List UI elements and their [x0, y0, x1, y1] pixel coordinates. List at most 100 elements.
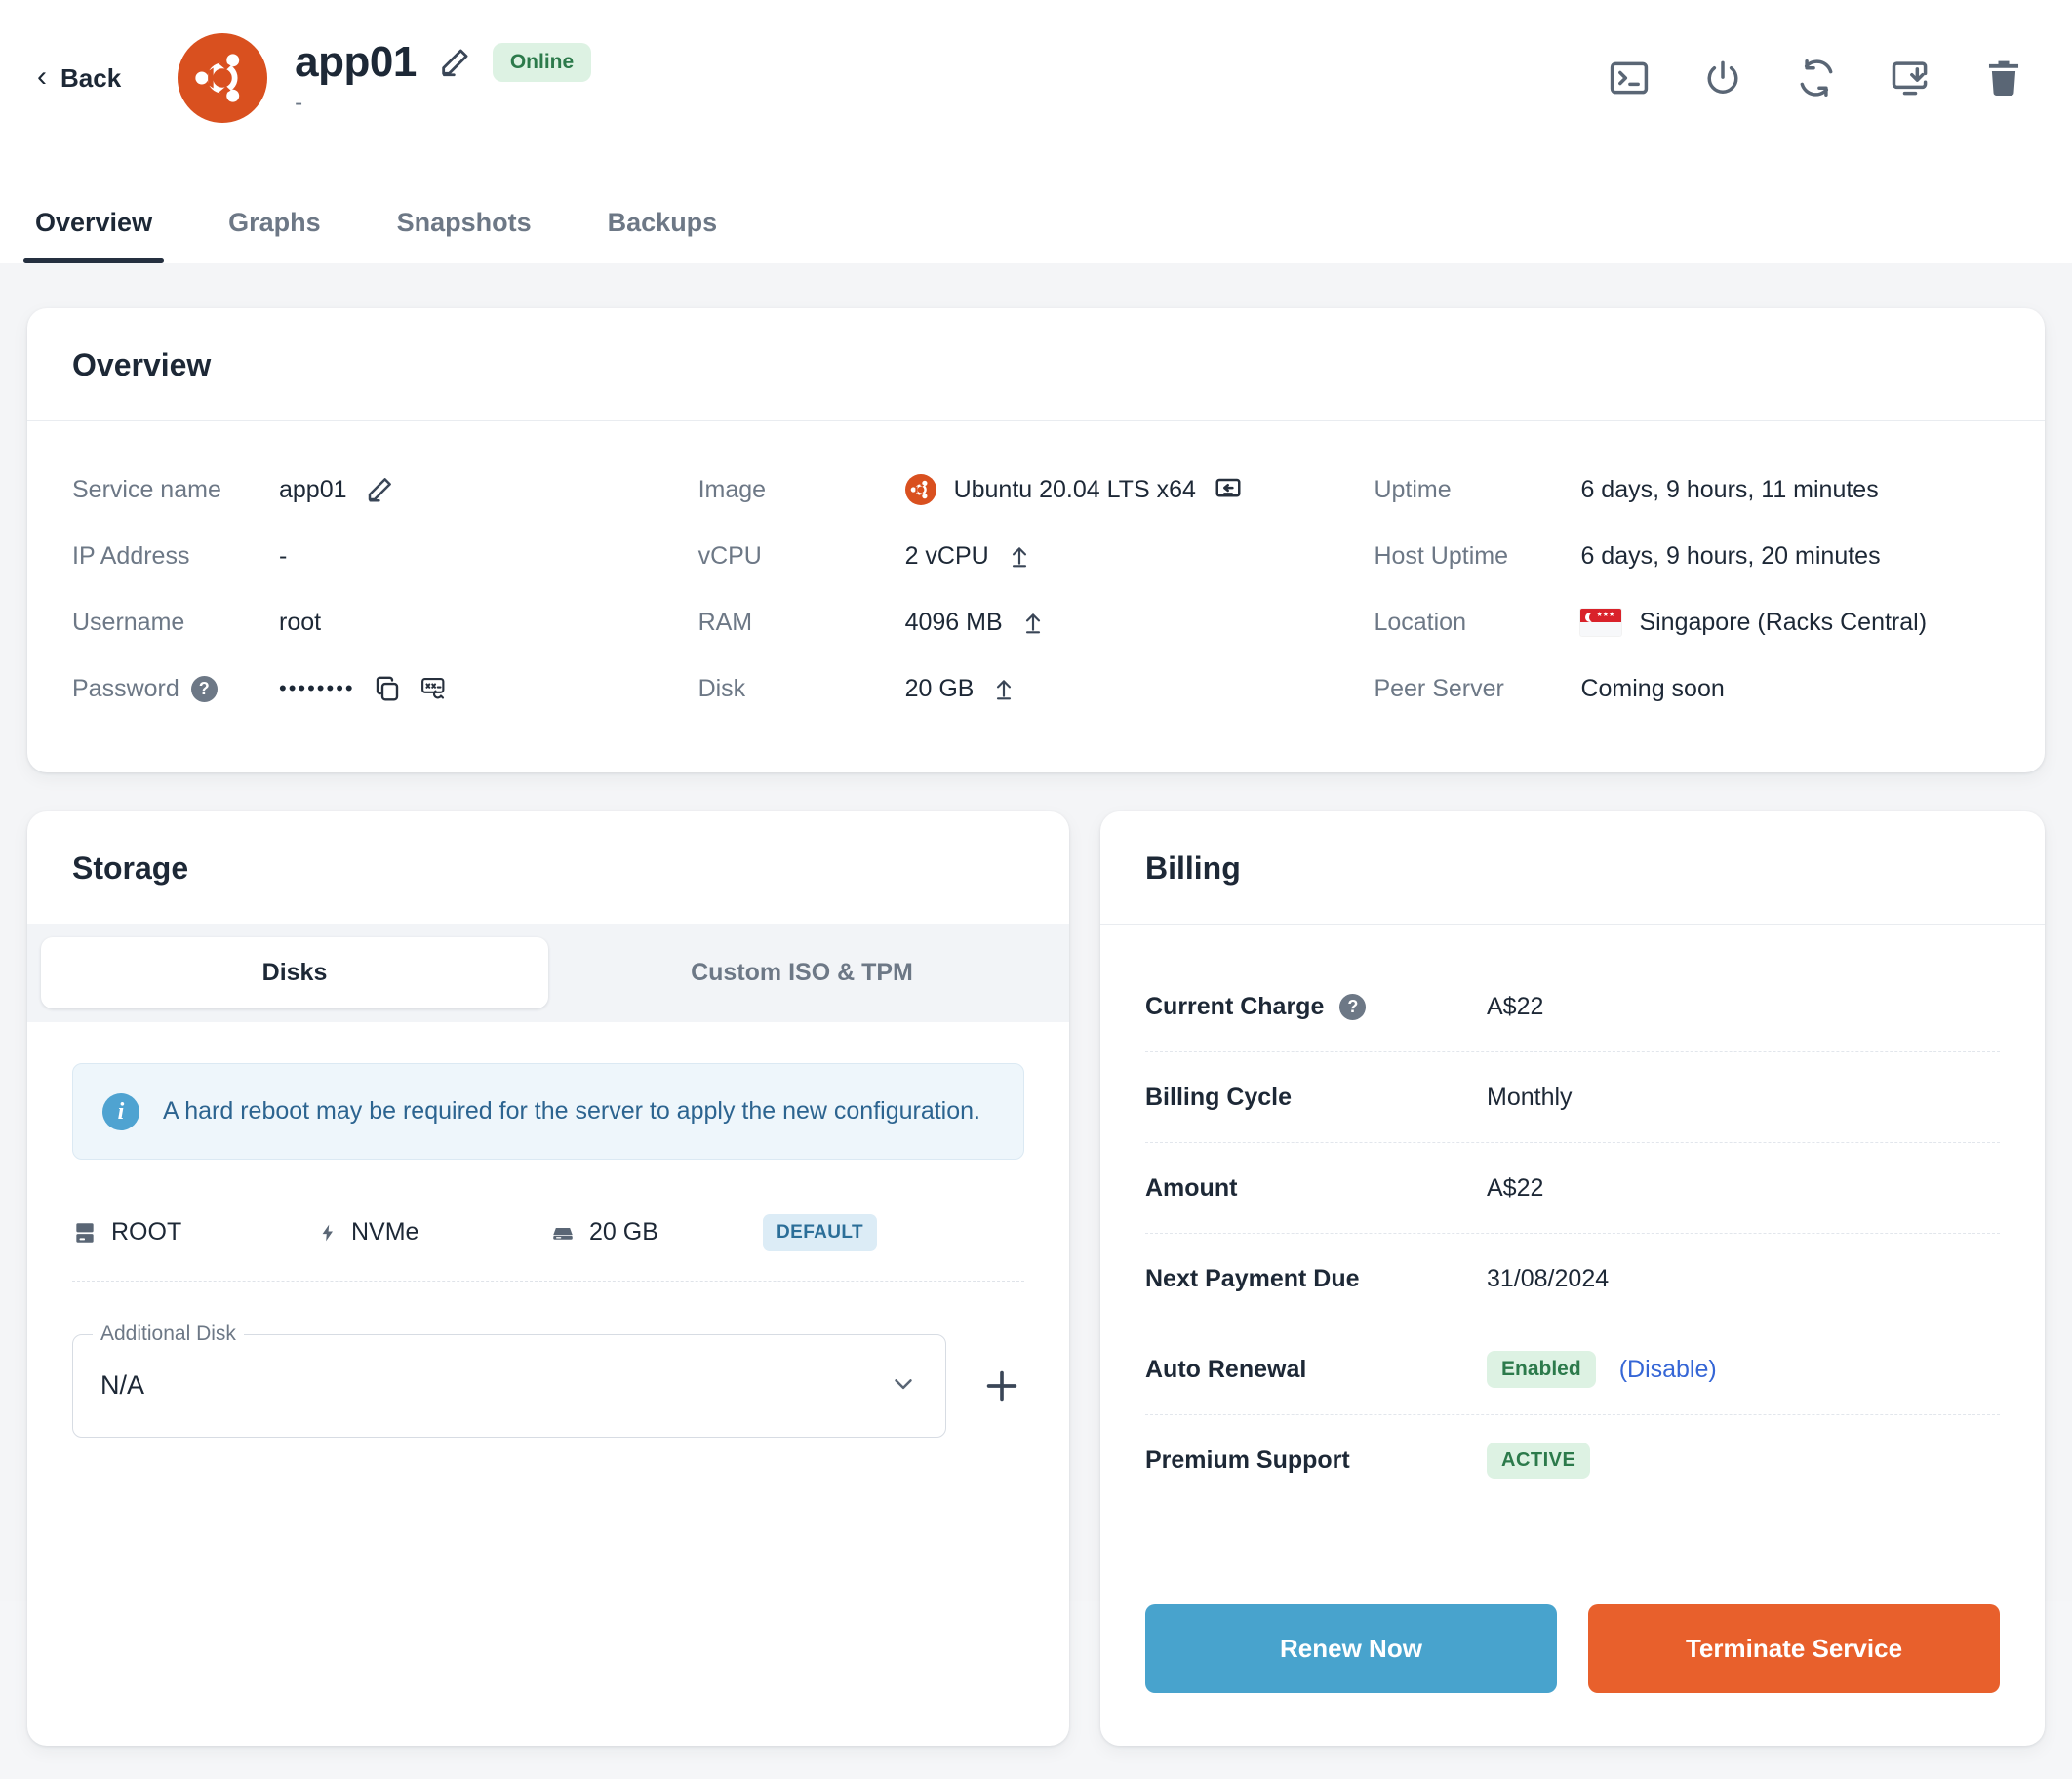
storage-body: i A hard reboot may be required for the … — [27, 1022, 1069, 1496]
value-ip-address: - — [279, 541, 288, 570]
status-badge: Online — [492, 43, 592, 82]
overview-row-host-uptime: Host Uptime 6 days, 9 hours, 20 minutes — [1374, 523, 2000, 589]
overview-card-title: Overview — [72, 347, 212, 382]
add-disk-icon[interactable] — [979, 1364, 1024, 1408]
hard-drive-icon — [553, 1227, 573, 1240]
delete-icon[interactable] — [1982, 57, 2025, 99]
disk-type: NVMe — [351, 1218, 419, 1245]
overview-row-service-name: Service name app01 — [72, 456, 698, 523]
value-ram: 4096 MB — [904, 608, 1003, 636]
tab-graphs-label: Graphs — [228, 208, 321, 237]
storage-tab-custom-iso[interactable]: Custom ISO & TPM — [548, 937, 1056, 1008]
value-peer-server: Coming soon — [1580, 674, 1725, 702]
reinstall-image-icon[interactable] — [1214, 475, 1243, 504]
label-host-uptime: Host Uptime — [1374, 541, 1508, 570]
drive-icon — [76, 1222, 94, 1243]
service-detail-page: ‹ Back app01 Online - Overview Graphs Sn… — [0, 0, 2072, 1746]
overview-row-uptime: Uptime 6 days, 9 hours, 11 minutes — [1374, 456, 2000, 523]
help-icon[interactable]: ? — [190, 675, 218, 702]
overview-row-disk: Disk 20 GB — [698, 655, 1375, 722]
billing-row-amount: Amount A$22 — [1145, 1143, 2000, 1234]
tab-snapshots[interactable]: Snapshots — [385, 208, 543, 263]
overview-column-specs: Image Ubuntu 20.04 LTS x64 vCPU 2 vCPU R… — [698, 456, 1375, 722]
server-actions-toolbar — [1608, 57, 2025, 99]
label-peer-server: Peer Server — [1374, 674, 1504, 702]
tab-graphs[interactable]: Graphs — [217, 208, 333, 263]
content-area: Overview Service name app01 IP Address -… — [0, 263, 2072, 1779]
label-billing-cycle: Billing Cycle — [1145, 1083, 1293, 1111]
overview-row-image: Image Ubuntu 20.04 LTS x64 — [698, 456, 1375, 523]
back-button[interactable]: ‹ Back — [37, 59, 122, 95]
overview-column-identity: Service name app01 IP Address - Username… — [72, 456, 698, 722]
restart-icon[interactable] — [1795, 57, 1838, 99]
value-username: root — [279, 608, 322, 636]
info-icon: i — [102, 1093, 139, 1130]
help-icon[interactable]: ? — [1339, 993, 1367, 1020]
reboot-notice-text: A hard reboot may be required for the se… — [163, 1097, 980, 1125]
storage-tab-custom-iso-label: Custom ISO & TPM — [691, 959, 913, 986]
value-image: Ubuntu 20.04 LTS x64 — [953, 475, 1196, 503]
value-vcpu: 2 vCPU — [904, 541, 989, 570]
reinstall-icon[interactable] — [1889, 57, 1932, 99]
renew-now-button[interactable]: Renew Now — [1145, 1604, 1557, 1693]
chevron-left-icon: ‹ — [37, 59, 47, 93]
title-block: app01 Online - — [295, 38, 592, 118]
label-disk: Disk — [697, 674, 746, 702]
label-uptime: Uptime — [1374, 475, 1452, 503]
tab-backups-label: Backups — [607, 208, 718, 237]
default-badge: DEFAULT — [763, 1213, 877, 1251]
label-username: Username — [72, 608, 185, 636]
edit-name-icon[interactable] — [438, 46, 471, 79]
additional-disk-field-group: Additional Disk N/A — [72, 1322, 1024, 1438]
tab-backups[interactable]: Backups — [596, 208, 730, 263]
billing-rows: Current Charge ? A$22 Billing Cycle Mont… — [1100, 925, 2045, 1550]
label-current-charge-text: Current Charge — [1145, 992, 1325, 1020]
disk-type-cell: NVMe — [318, 1218, 550, 1246]
value-uptime: 6 days, 9 hours, 11 minutes — [1580, 475, 1879, 503]
overview-row-vcpu: vCPU 2 vCPU — [698, 523, 1375, 589]
additional-disk-select[interactable]: Additional Disk N/A — [72, 1322, 946, 1438]
reveal-password-icon[interactable] — [419, 674, 449, 703]
edit-service-name-icon[interactable] — [365, 475, 394, 504]
power-icon[interactable] — [1701, 57, 1744, 99]
label-auto-renewal: Auto Renewal — [1145, 1355, 1307, 1383]
tab-overview[interactable]: Overview — [23, 208, 165, 263]
value-password: •••••••• — [279, 676, 355, 700]
label-current-charge: Current Charge ? — [1145, 993, 1487, 1021]
billing-row-next-payment-due: Next Payment Due 31/08/2024 — [1145, 1234, 2000, 1324]
value-location: Singapore (Racks Central) — [1639, 608, 1928, 636]
label-password-text: Password — [72, 674, 179, 702]
page-title: app01 — [295, 38, 417, 86]
value-current-charge: A$22 — [1487, 992, 1544, 1020]
label-amount: Amount — [1145, 1173, 1238, 1202]
value-next-payment-due: 31/08/2024 — [1487, 1264, 1610, 1292]
overview-row-username: Username root — [72, 589, 698, 655]
overview-row-password: Password ? •••••••• — [72, 655, 698, 722]
overview-row-location: Location ★★★ Singapore (Racks Central) — [1374, 589, 2000, 655]
label-premium-support: Premium Support — [1145, 1445, 1350, 1474]
storage-card-title: Storage — [72, 850, 189, 886]
console-icon[interactable] — [1608, 57, 1651, 99]
upgrade-ram-icon[interactable] — [1020, 608, 1046, 637]
value-disk: 20 GB — [904, 674, 975, 702]
billing-row-billing-cycle: Billing Cycle Monthly — [1145, 1052, 2000, 1143]
bolt-icon — [322, 1224, 333, 1241]
additional-disk-legend: Additional Disk — [93, 1322, 244, 1346]
terminate-service-button[interactable]: Terminate Service — [1588, 1604, 2000, 1693]
auto-renewal-badge: Enabled — [1487, 1351, 1596, 1388]
upgrade-disk-icon[interactable] — [991, 674, 1016, 703]
back-label: Back — [60, 62, 122, 93]
upgrade-vcpu-icon[interactable] — [1007, 541, 1032, 571]
disk-name: ROOT — [111, 1218, 182, 1245]
storage-tab-disks[interactable]: Disks — [41, 937, 548, 1008]
page-tabs: Overview Graphs Snapshots Backups — [0, 156, 2072, 263]
page-subtitle: - — [295, 90, 303, 116]
label-ip-address: IP Address — [72, 541, 190, 570]
overview-row-ram: RAM 4096 MB — [698, 589, 1375, 655]
billing-row-premium-support: Premium Support ACTIVE — [1145, 1415, 2000, 1505]
copy-icon[interactable] — [373, 674, 402, 703]
disable-auto-renewal-link[interactable]: (Disable) — [1619, 1356, 1717, 1384]
billing-card-title: Billing — [1145, 850, 1241, 886]
label-next-payment-due: Next Payment Due — [1145, 1264, 1360, 1292]
value-amount: A$22 — [1487, 1173, 1544, 1202]
